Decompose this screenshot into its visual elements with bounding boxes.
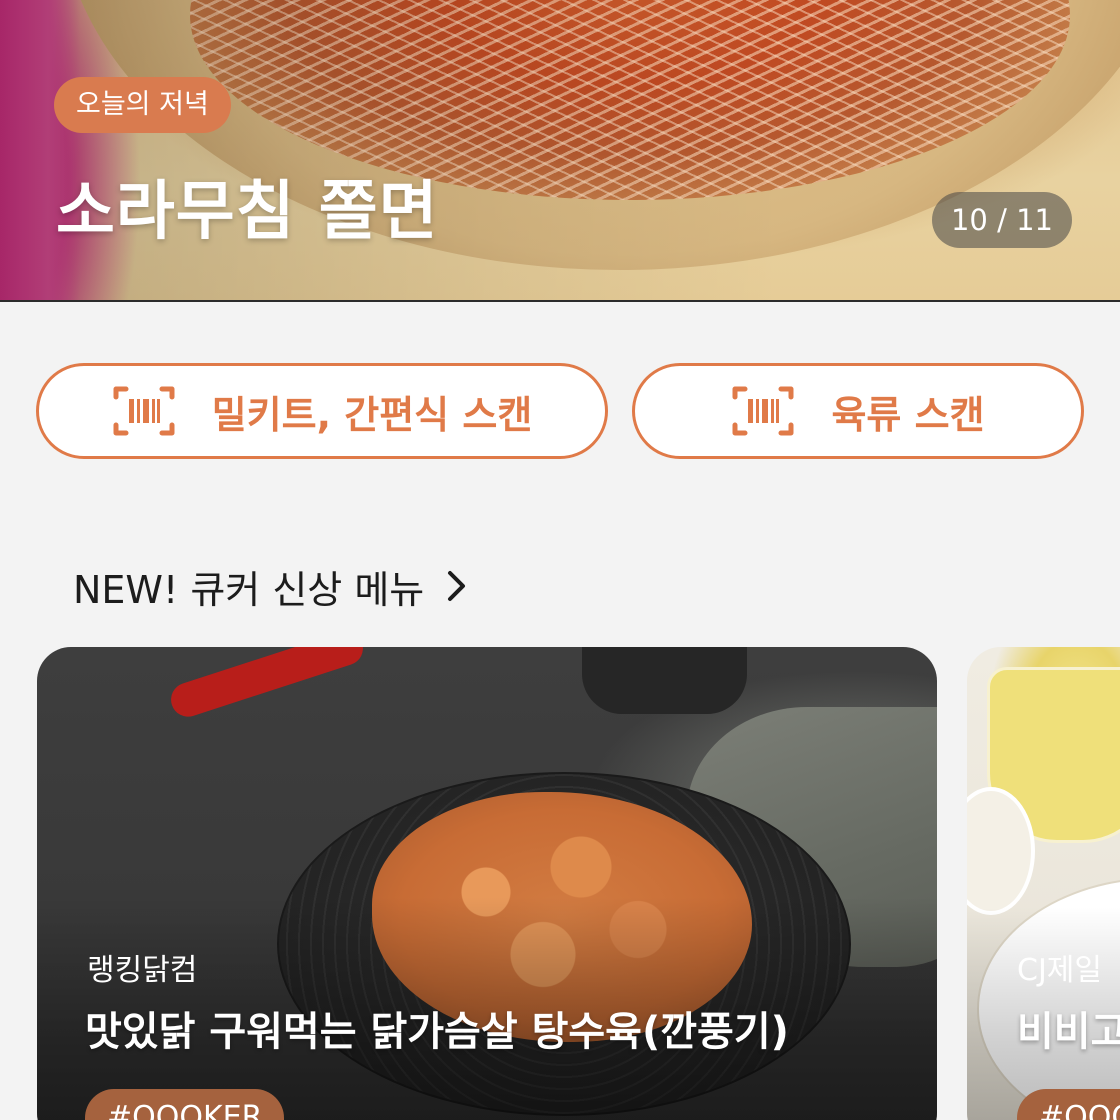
mealkit-scan-button[interactable]: 밀키트, 간편식 스캔 [36, 363, 608, 459]
chevron-right-icon [448, 571, 466, 601]
mealkit-scan-label: 밀키트, 간편식 스캔 [211, 392, 533, 437]
barcode-scan-icon [732, 386, 794, 436]
card-product-name: 비비고 [1017, 1009, 1120, 1055]
meat-scan-label: 육류 스캔 [831, 392, 985, 437]
barcode-scan-icon [113, 386, 175, 436]
hero-tag: 오늘의 저녁 [54, 77, 231, 133]
chili-pepper-image [166, 647, 368, 722]
hero-title: 소라무침 쫄면 [56, 175, 439, 249]
card-tag: #QOOKER [85, 1089, 285, 1120]
card-tag: #QOO [1017, 1089, 1120, 1120]
card-brand: 랭킹닭컴 [87, 953, 198, 988]
sauce-bowl-image [582, 647, 747, 714]
hero-shade [0, 0, 1120, 300]
product-card[interactable]: 랭킹닭컴 맛있닭 구워먹는 닭가슴살 탕수육(깐풍기) #QOOKER [37, 647, 937, 1120]
meat-scan-button[interactable]: 육류 스캔 [632, 363, 1084, 459]
new-menu-section-header[interactable]: NEW! 큐커 신상 메뉴 [73, 556, 470, 616]
app-screen: 오늘의 저녁 소라무침 쫄면 10 / 11 밀키트, 간편식 스캔 육류 스캔… [0, 0, 1120, 1120]
hero-page-counter: 10 / 11 [932, 192, 1072, 248]
card-product-name: 맛있닭 구워먹는 닭가슴살 탕수육(깐풍기) [85, 1009, 789, 1055]
card-brand: CJ제일 [1017, 953, 1102, 988]
section-title: NEW! 큐커 신상 메뉴 [73, 567, 425, 612]
product-card[interactable]: CJ제일 비비고 #QOO [967, 647, 1120, 1120]
hero-banner[interactable]: 오늘의 저녁 소라무침 쫄면 10 / 11 [0, 0, 1120, 302]
